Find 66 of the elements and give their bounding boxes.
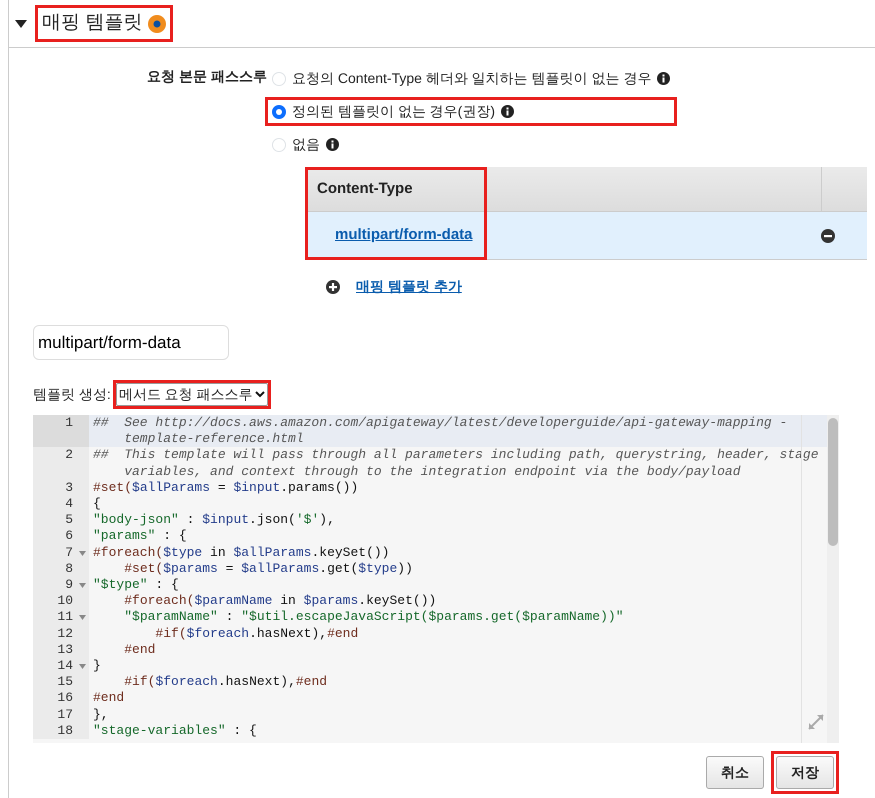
fold-icon[interactable] xyxy=(79,615,86,620)
code-line: }, xyxy=(93,706,110,723)
code-line: #if($foreach.hasNext),#end xyxy=(154,626,360,642)
code-editor[interactable] xyxy=(33,415,839,743)
code-line: #end xyxy=(93,690,126,707)
scrollbar-thumb[interactable] xyxy=(828,418,838,546)
code-line: #set($allParams = $input.params()) xyxy=(93,480,360,496)
line-number: 2 xyxy=(65,447,73,462)
line-number: 13 xyxy=(57,642,73,657)
cancel-button[interactable]: 취소 xyxy=(706,756,764,789)
add-icon[interactable] xyxy=(326,280,340,294)
line-number: 3 xyxy=(65,480,73,495)
scrollbar[interactable] xyxy=(827,415,839,743)
status-dot-icon xyxy=(148,14,166,32)
line-number: 12 xyxy=(57,626,73,641)
line-number: 18 xyxy=(57,722,73,738)
code-line: #foreach($paramName in $params.keySet()) xyxy=(123,593,438,610)
code-line: ## This template will pass through all parameters including path, querystring, header, stage variables, and context through to the integration endpoint via the body/payload xyxy=(93,447,820,480)
radio-label: 요청의 Content-Type 헤더와 일치하는 템플릿이 없는 경우 xyxy=(292,69,652,88)
template-dropdown[interactable]: 메서드 요청 패스스루 xyxy=(116,383,268,406)
line-number: 10 xyxy=(57,593,73,608)
code-line: "body-json" : $input.json('$'), xyxy=(93,512,336,528)
code-line: "$paramName" : "$util.escapeJavaScript($params.get($paramName))" xyxy=(123,609,625,626)
save-button[interactable]: 저장 xyxy=(776,756,834,789)
code-line: #if($foreach.hasNext),#end xyxy=(123,674,328,690)
input-field[interactable]: multipart/form-data xyxy=(33,325,229,360)
field-label: 요청 본문 패스스루 xyxy=(146,67,268,86)
line-number: 16 xyxy=(57,690,73,706)
remove-icon[interactable] xyxy=(821,228,835,242)
field-label: 템플릿 생성: xyxy=(33,385,111,404)
code-line: { xyxy=(93,496,102,512)
column-header: Content-Type xyxy=(316,178,414,199)
info-icon[interactable] xyxy=(501,105,514,118)
info-icon[interactable] xyxy=(326,138,339,151)
chevron-down-icon xyxy=(254,391,265,398)
add-template-link[interactable]: 매핑 템플릿 추가 xyxy=(356,276,462,297)
code-line: "stage-variables" : { xyxy=(93,722,258,740)
radio-label: 정의된 템플릿이 없는 경우(권장) xyxy=(292,102,495,121)
code-line: "$type" : { xyxy=(93,577,180,594)
line-number: 7 xyxy=(65,544,73,560)
code-line: #set($params = $allParams.get($type)) xyxy=(123,560,414,578)
radio-label: 없음 xyxy=(292,135,320,154)
section-title: 매핑 템플릿 xyxy=(42,11,142,36)
table-link[interactable]: multipart/form-data xyxy=(305,224,473,247)
line-number: 11 xyxy=(57,609,73,624)
code-line: #end xyxy=(123,642,156,658)
code-line: #foreach($type in $allParams.keySet()) xyxy=(93,544,390,561)
line-number: 9 xyxy=(65,577,73,592)
code-line: "params" : { xyxy=(93,528,188,545)
resize-icon[interactable] xyxy=(807,713,825,731)
radio-button[interactable] xyxy=(272,104,286,118)
line-number: 5 xyxy=(65,512,73,528)
fold-icon[interactable] xyxy=(79,550,86,556)
line-number: 8 xyxy=(65,560,73,576)
caret-icon[interactable] xyxy=(15,20,27,28)
line-number: 1 xyxy=(65,415,73,430)
line-number: 17 xyxy=(57,706,73,722)
line-number: 4 xyxy=(65,496,73,512)
info-icon[interactable] xyxy=(657,72,670,85)
fold-icon[interactable] xyxy=(79,583,86,588)
line-number: 14 xyxy=(57,658,73,674)
line-number: 15 xyxy=(57,674,73,690)
code-line: ## See http://docs.aws.amazon.com/apigateway/latest/developerguide/api-gateway-mapping -template-reference.html xyxy=(93,415,788,448)
fold-icon[interactable] xyxy=(79,664,86,670)
line-number: 6 xyxy=(65,528,73,544)
code-line: } xyxy=(93,658,102,674)
